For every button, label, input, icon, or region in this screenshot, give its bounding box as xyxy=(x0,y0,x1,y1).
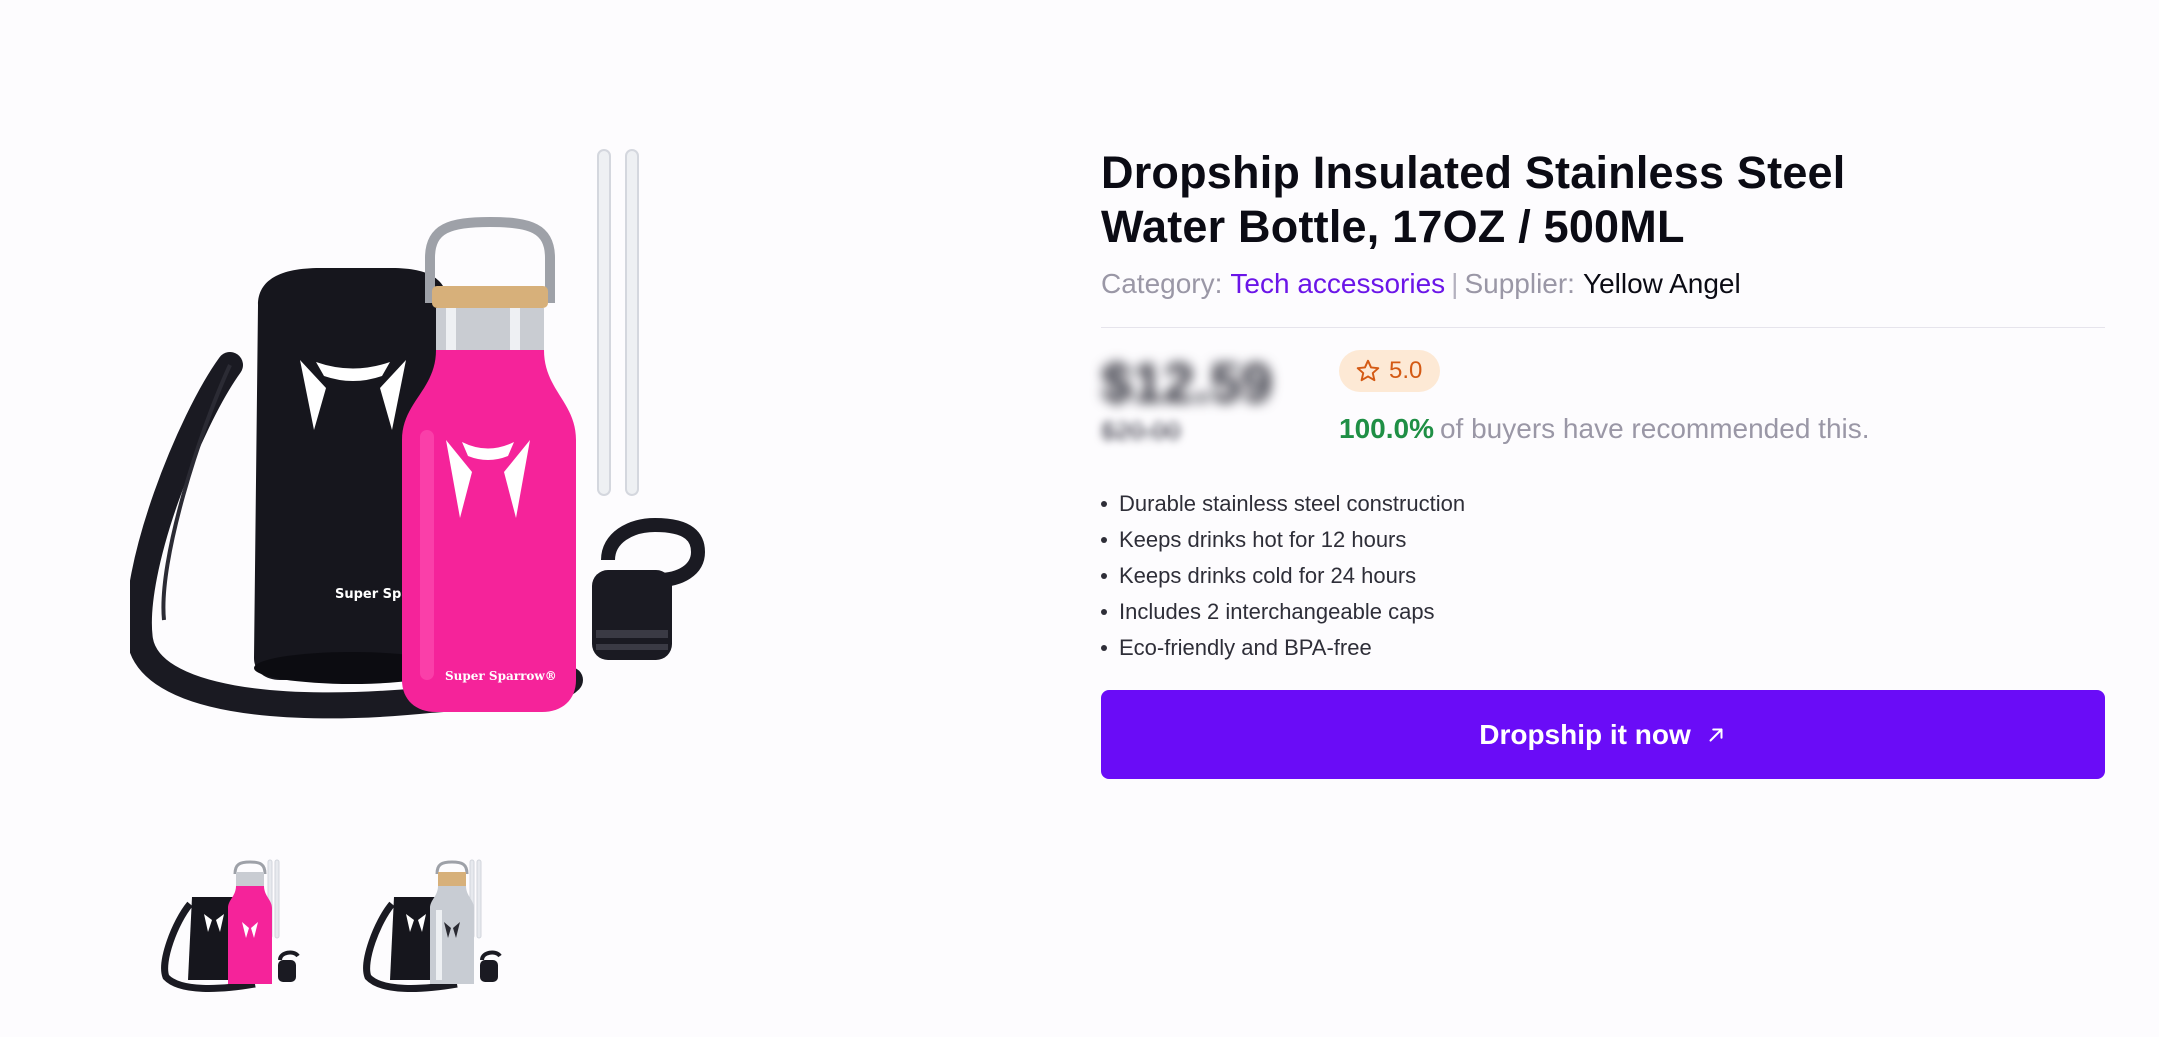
recommend-percent: 100.0% xyxy=(1339,413,1434,444)
feature-item: Keeps drinks hot for 12 hours xyxy=(1101,522,2105,558)
supplier-name: Yellow Angel xyxy=(1582,268,1741,299)
bottle-brand-text: Super Sparrow® xyxy=(445,669,557,683)
rating-value: 5.0 xyxy=(1389,357,1423,384)
rating-badge: 5.0 xyxy=(1339,350,1441,392)
recommend-text: of buyers have recommended this. xyxy=(1439,413,1870,444)
supplier-label: Supplier: xyxy=(1464,268,1575,299)
thumbnail-silver[interactable] xyxy=(352,852,512,997)
arrow-up-right-icon xyxy=(1709,727,1723,742)
feature-list: Durable stainless steel construction Kee… xyxy=(1101,486,2105,666)
dropship-button-label: Dropship it now xyxy=(1479,718,1691,750)
price: $12.59 xyxy=(1101,351,1273,414)
category-label: Category: xyxy=(1101,268,1223,299)
product-meta: Category: Tech accessories | Supplier: Y… xyxy=(1101,267,2105,301)
feature-item: Durable stainless steel construction xyxy=(1101,486,2105,522)
meta-separator: | xyxy=(1451,268,1459,299)
original-price: $20.00 xyxy=(1101,416,1181,446)
product-info: Dropship Insulated Stainless Steel Water… xyxy=(1101,146,2105,779)
thumbnail-list xyxy=(150,852,512,997)
thumbnail-pink[interactable] xyxy=(150,852,310,997)
feature-item: Includes 2 interchangeable caps xyxy=(1101,594,2105,630)
star-icon xyxy=(1356,359,1380,382)
divider xyxy=(1101,327,2105,328)
feature-item: Eco-friendly and BPA-free xyxy=(1101,630,2105,666)
dropship-now-button[interactable]: Dropship it now xyxy=(1101,690,2105,779)
main-product-image: Super Sparrow Super Sparrow® xyxy=(130,149,706,719)
recommendation: 100.0% of buyers have recommended this. xyxy=(1339,413,1870,445)
price-row: $12.59 $20.00 5.0 100.0% of buyers have r… xyxy=(1101,350,2105,470)
category-link[interactable]: Tech accessories xyxy=(1230,267,1445,301)
product-gallery: Super Sparrow Super Sparrow® xyxy=(0,0,1080,1037)
product-title: Dropship Insulated Stainless Steel Water… xyxy=(1101,147,1846,252)
feature-item: Keeps drinks cold for 24 hours xyxy=(1101,558,2105,594)
